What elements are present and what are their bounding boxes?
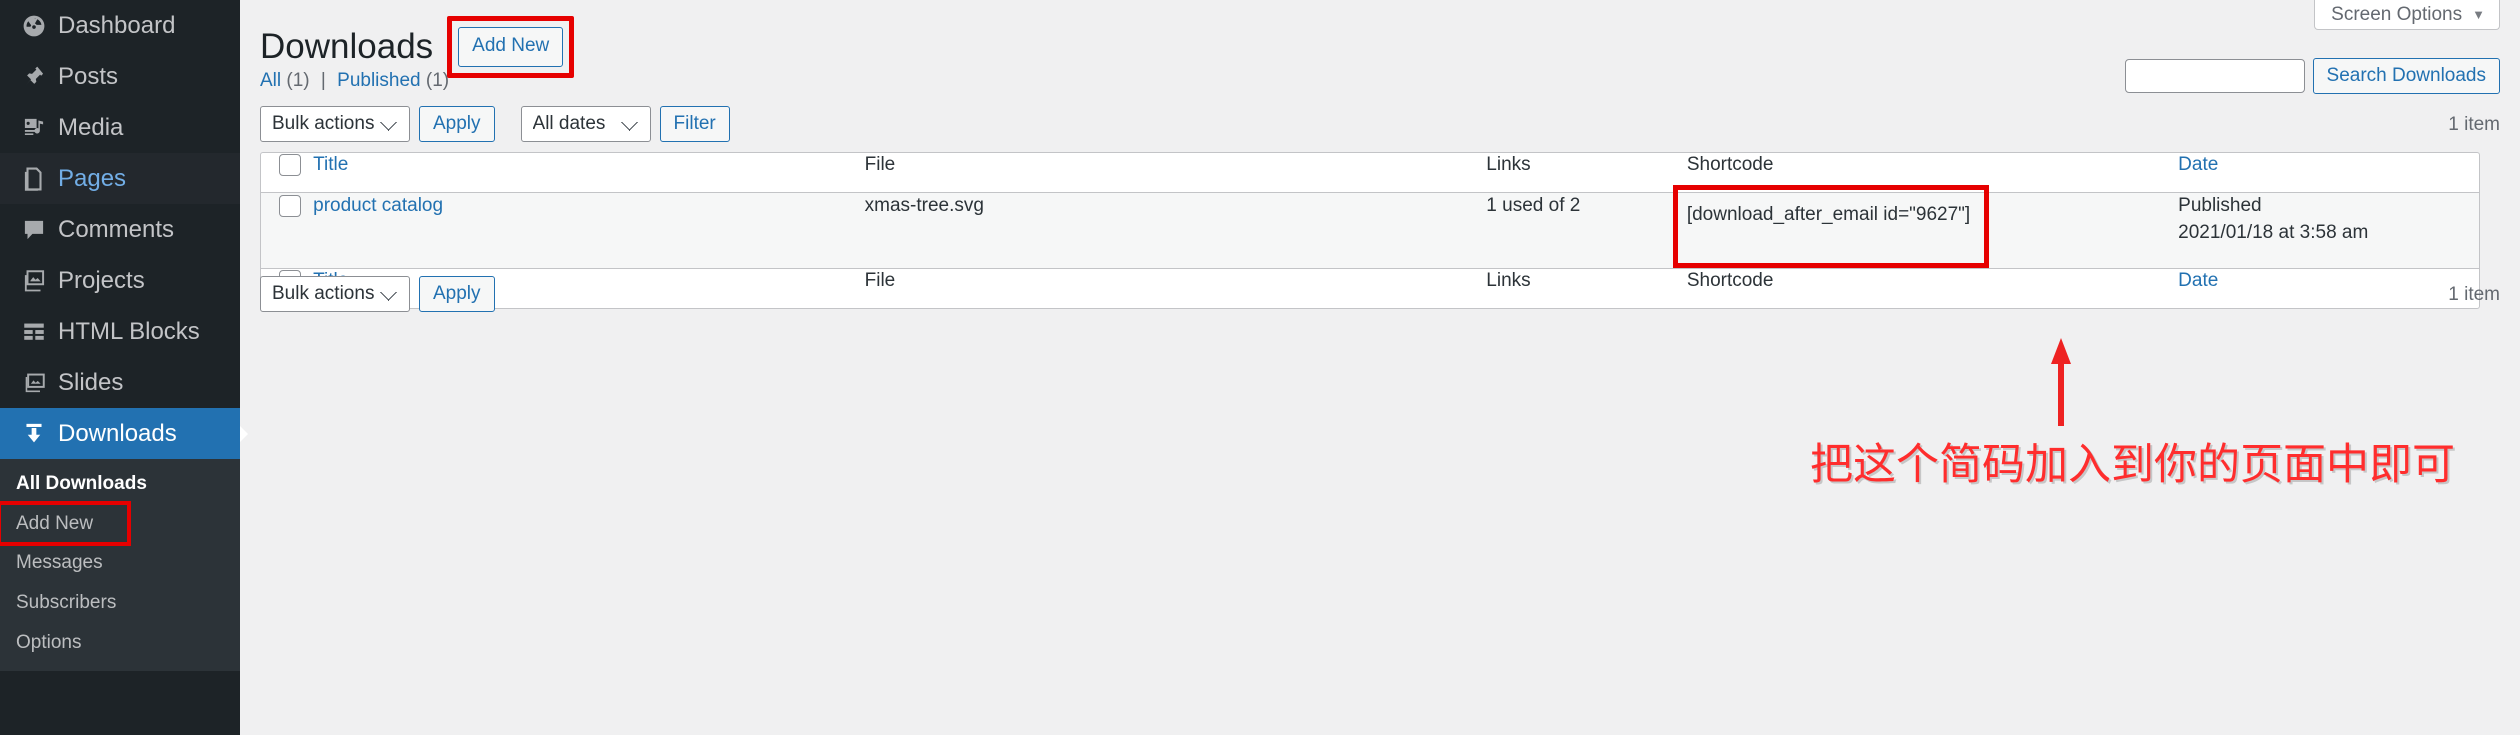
bulk-actions-select-top[interactable]: Bulk actions (260, 106, 410, 142)
projects-icon (16, 268, 52, 294)
view-published-count: (1) (425, 70, 450, 91)
search-input[interactable] (2124, 59, 2305, 93)
status-views: All (1) | Published (1) (260, 70, 449, 92)
submenu-item-subscribers[interactable]: Subscribers (0, 583, 240, 623)
screen-options-toggle[interactable]: Screen Options ▼ (2314, 0, 2500, 30)
up-arrow-icon (2051, 338, 2071, 426)
sidebar-item-label: Media (58, 113, 124, 141)
column-label-shortcode: Shortcode (1686, 154, 1774, 175)
table-head: Title File Links Shortcode Date (261, 153, 2479, 193)
filter-button[interactable]: Filter (659, 106, 730, 142)
sidebar-item-dashboard[interactable]: Dashboard (0, 0, 240, 51)
sidebar-item-label: Slides (58, 368, 124, 396)
slides-icon (16, 370, 52, 396)
shortcode-highlight-box: [download_after_email id="9627"] (1672, 185, 1990, 268)
html-blocks-icon (16, 319, 52, 345)
table-row: product catalog xmas-tree.svg 1 used of … (261, 185, 2479, 268)
sidebar-item-html-blocks[interactable]: HTML Blocks (0, 306, 240, 357)
apply-button-top[interactable]: Apply (419, 106, 495, 142)
column-header-file: File (864, 153, 1487, 193)
submenu-item-options[interactable]: Options (0, 623, 240, 663)
cell-links: 1 used of 2 (1486, 193, 1687, 268)
view-separator: | (320, 70, 326, 91)
comments-icon (16, 217, 52, 243)
add-new-button[interactable]: Add New (458, 27, 564, 67)
sidebar-item-label: Dashboard (58, 11, 176, 39)
date-filter-select[interactable]: All dates (520, 106, 651, 142)
sort-date-link[interactable]: Date (2178, 154, 2218, 175)
view-all-count: (1) (286, 70, 310, 91)
row-checkbox[interactable] (279, 194, 301, 217)
dashboard-icon (16, 13, 52, 39)
sidebar-bottom-strip (0, 721, 240, 735)
sidebar-item-projects[interactable]: Projects (0, 255, 240, 306)
date-value: 2021/01/18 at 3:58 am (2178, 221, 2369, 243)
screen-options-label: Screen Options (2331, 3, 2463, 25)
sidebar-item-pages[interactable]: Pages (0, 153, 240, 204)
submenu-item-messages[interactable]: Messages (0, 543, 240, 583)
select-all-header (261, 153, 314, 193)
sidebar-item-downloads[interactable]: Downloads (0, 408, 248, 459)
column-label-file: File (864, 154, 896, 175)
column-header-title: Title (313, 153, 865, 193)
sidebar-item-label: Posts (58, 62, 119, 90)
downloads-submenu: All Downloads Add New Messages Subscribe… (0, 459, 240, 672)
table-header-row: Title File Links Shortcode Date (261, 153, 2479, 193)
admin-page: Dashboard Posts Media Pages Comments Pro… (0, 0, 2520, 735)
admin-sidebar: Dashboard Posts Media Pages Comments Pro… (0, 0, 248, 735)
sidebar-item-label: Comments (58, 215, 175, 243)
cell-shortcode: [download_after_email id="9627"] (1672, 185, 2179, 268)
download-title-link[interactable]: product catalog (313, 195, 443, 216)
annotation-text: 把这个简码加入到你的页面中即可 (1810, 440, 2455, 490)
shortcode-text[interactable]: [download_after_email id="9627"] (1687, 202, 1970, 229)
cell-title: product catalog (313, 193, 865, 268)
pin-icon (16, 64, 52, 90)
view-all: All (1) | (260, 70, 337, 91)
bulk-actions-select-bottom[interactable]: Bulk actions (260, 276, 410, 312)
submenu-item-add-new[interactable]: Add New (0, 500, 131, 547)
search-box: Search Downloads (2124, 58, 2500, 94)
file-name: xmas-tree.svg (864, 195, 984, 216)
tablenav-bottom: Bulk actions Apply 1 item (260, 276, 2500, 316)
displaying-num-bottom: 1 item (2448, 284, 2500, 305)
sidebar-item-label: Pages (58, 164, 127, 192)
sidebar-item-label: HTML Blocks (58, 317, 200, 345)
tablenav-top: Bulk actions Apply All dates Filter 1 it… (260, 106, 2500, 146)
submenu-item-all-downloads[interactable]: All Downloads (0, 464, 240, 504)
cell-file: xmas-tree.svg (864, 193, 1487, 268)
sidebar-item-slides[interactable]: Slides (0, 357, 240, 408)
cell-date: Published 2021/01/18 at 3:58 am (2178, 193, 2479, 268)
row-select-cell (261, 193, 314, 268)
pages-icon (16, 166, 52, 192)
sidebar-item-comments[interactable]: Comments (0, 204, 240, 255)
media-icon (16, 115, 52, 141)
links-usage: 1 used of 2 (1486, 195, 1581, 216)
sidebar-item-label: Downloads (58, 419, 177, 447)
chevron-down-icon: ▼ (2472, 7, 2485, 22)
table-body: product catalog xmas-tree.svg 1 used of … (261, 185, 2479, 268)
select-all-checkbox-top[interactable] (279, 153, 301, 176)
page-title: Downloads (260, 27, 434, 66)
column-label-links: Links (1486, 154, 1531, 175)
tablenav-bottom-actions: Bulk actions Apply (260, 276, 2500, 312)
sidebar-item-label: Projects (58, 266, 145, 294)
search-downloads-button[interactable]: Search Downloads (2312, 58, 2500, 94)
add-new-highlight-box: Add New (447, 16, 575, 78)
column-header-links: Links (1486, 153, 1687, 193)
downloads-icon (16, 421, 52, 447)
view-all-link[interactable]: All (260, 70, 281, 91)
tablenav-top-actions: Bulk actions Apply All dates Filter (260, 106, 2500, 142)
sidebar-item-posts[interactable]: Posts (0, 51, 240, 102)
page-title-row: Downloads Add New (260, 16, 575, 78)
view-published: Published (1) (337, 70, 449, 91)
date-status: Published (2178, 195, 2262, 216)
column-header-date: Date (2178, 153, 2479, 193)
sidebar-item-media[interactable]: Media (0, 102, 240, 153)
sort-title-link[interactable]: Title (313, 154, 348, 175)
main-content: Screen Options ▼ Downloads Add New All (… (240, 0, 2520, 735)
apply-button-bottom[interactable]: Apply (419, 276, 495, 312)
view-published-link[interactable]: Published (337, 70, 420, 91)
displaying-num-top: 1 item (2448, 114, 2500, 135)
